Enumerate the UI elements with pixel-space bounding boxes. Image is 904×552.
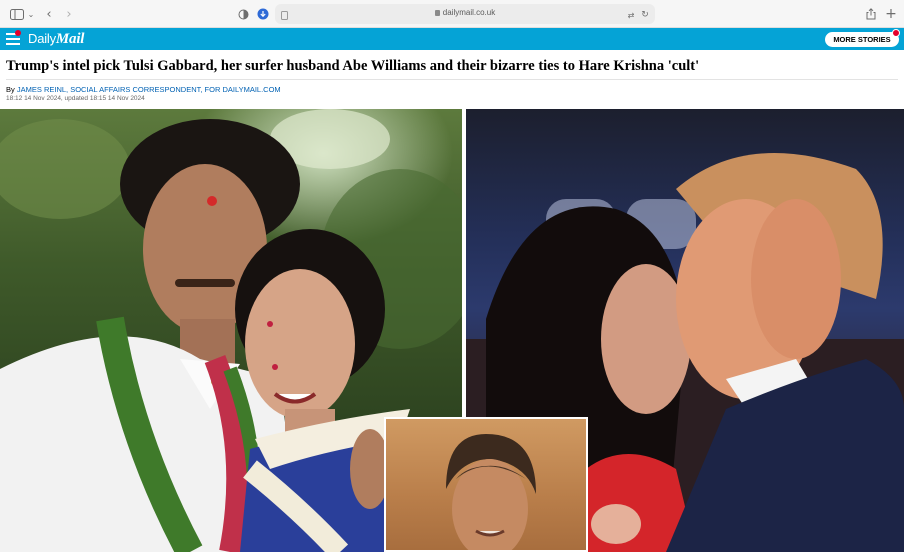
byline-prefix: By — [6, 85, 15, 94]
author-link[interactable]: JAMES REINL, SOCIAL AFFAIRS CORRESPONDEN… — [17, 85, 281, 94]
article-headline: Trump's intel pick Tulsi Gabbard, her su… — [6, 58, 700, 74]
share-icon[interactable] — [864, 6, 878, 22]
menu-notification-dot — [15, 30, 21, 36]
forward-icon[interactable]: › — [62, 6, 76, 22]
more-stories-button[interactable]: MORE STORIES — [825, 32, 899, 47]
new-tab-icon[interactable]: + — [884, 6, 898, 22]
site-header: DailyMail MORE STORIES — [0, 28, 904, 50]
inset-portrait-photo[interactable] — [384, 417, 588, 552]
lock-icon — [434, 10, 440, 16]
dailymail-logo[interactable]: DailyMail — [28, 31, 84, 48]
back-icon[interactable]: ‹ — [42, 6, 56, 22]
sidebar-toggle-icon[interactable] — [8, 6, 26, 22]
headline-divider — [6, 79, 898, 80]
address-bar[interactable]: dailymail.co.uk ⇄ ↻ — [275, 4, 655, 24]
article-dates: 18:12 14 Nov 2024, updated 18:15 14 Nov … — [6, 95, 145, 102]
privacy-report-icon[interactable] — [236, 6, 250, 22]
more-stories-notification-dot — [892, 29, 900, 37]
browser-toolbar: ⌄ ‹ › dailymail.co.uk ⇄ ↻ + — [0, 0, 904, 28]
byline: By JAMES REINL, SOCIAL AFFAIRS CORRESPON… — [6, 85, 281, 94]
logo-mail: Mail — [55, 31, 85, 47]
translate-icon[interactable]: ⇄ — [625, 7, 637, 23]
reload-icon[interactable]: ↻ — [639, 7, 651, 23]
url-label: dailymail.co.uk — [442, 8, 496, 17]
logo-daily: Daily — [28, 31, 56, 46]
extension-icon[interactable] — [256, 6, 270, 22]
chevron-down-icon[interactable]: ⌄ — [26, 6, 36, 22]
inset-portrait-illustration — [446, 434, 536, 550]
url-text: dailymail.co.uk — [275, 8, 655, 17]
